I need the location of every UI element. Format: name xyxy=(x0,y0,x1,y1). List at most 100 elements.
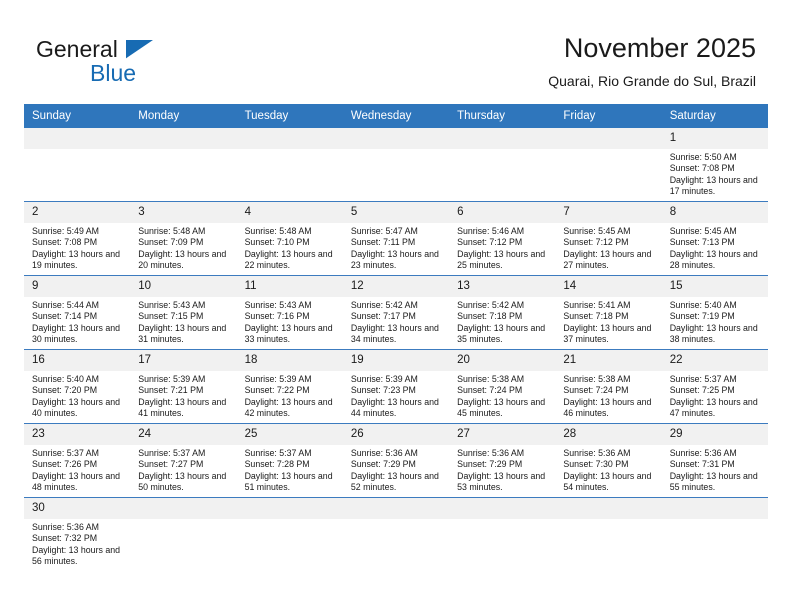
calendar-day-cell[interactable]: 21 Sunrise: 5:38 AM Sunset: 7:24 PM Dayligh… xyxy=(555,349,662,424)
calendar-day-cell[interactable]: 27 Sunrise: 5:36 AM Sunset: 7:29 PM Dayligh… xyxy=(449,423,556,498)
general-blue-logo[interactable]: General Blue xyxy=(36,36,216,92)
calendar-day-cell[interactable]: 6 Sunrise: 5:46 AM Sunset: 7:12 PM Daylight… xyxy=(449,201,556,276)
daylight-text: Daylight: 13 hours and 44 minutes. xyxy=(350,396,439,419)
weekday-header-sunday: Sunday xyxy=(24,104,131,128)
calendar-week-row: 9 Sunrise: 5:44 AM Sunset: 7:14 PM Daylight… xyxy=(24,275,768,350)
sunrise-text: Sunrise: 5:43 AM xyxy=(244,300,312,310)
calendar-day-cell[interactable]: 10 Sunrise: 5:43 AM Sunset: 7:15 PM Dayligh… xyxy=(130,275,237,350)
calendar-day-cell[interactable]: 11 Sunrise: 5:43 AM Sunset: 7:16 PM Dayligh… xyxy=(236,275,343,350)
day-number: 22 xyxy=(661,350,768,371)
day-details: Sunrise: 5:43 AM Sunset: 7:16 PM Daylight:… xyxy=(237,297,343,346)
sunset-text: Sunset: 7:22 PM xyxy=(244,385,310,396)
sunrise-text: Sunrise: 5:40 AM xyxy=(32,374,99,384)
day-number xyxy=(555,128,662,149)
day-details: Sunrise: 5:37 AM Sunset: 7:26 PM Daylight:… xyxy=(24,445,130,494)
day-details: Sunrise: 5:39 AM Sunset: 7:23 PM Daylight:… xyxy=(343,371,449,420)
calendar-day-cell[interactable]: 26 Sunrise: 5:36 AM Sunset: 7:29 PM Dayligh… xyxy=(342,423,450,498)
sunset-text: Sunset: 7:24 PM xyxy=(563,385,629,396)
sunrise-text: Sunrise: 5:40 AM xyxy=(669,300,737,310)
sunrise-text: Sunrise: 5:36 AM xyxy=(669,448,737,458)
sunset-text: Sunset: 7:14 PM xyxy=(32,311,98,322)
calendar-page: General Blue November 2025 Quarai, Rio G… xyxy=(0,0,792,612)
sunset-text: Sunset: 7:28 PM xyxy=(244,459,310,470)
calendar-day-cell[interactable]: 28 Sunrise: 5:36 AM Sunset: 7:30 PM Dayligh… xyxy=(555,423,662,498)
calendar-day-cell[interactable]: 23 Sunrise: 5:37 AM Sunset: 7:26 PM Dayligh… xyxy=(24,423,131,498)
day-details: Sunrise: 5:36 AM Sunset: 7:29 PM Daylight:… xyxy=(449,445,555,494)
day-number: 26 xyxy=(342,424,450,445)
calendar-day-cell[interactable]: 20 Sunrise: 5:38 AM Sunset: 7:24 PM Dayligh… xyxy=(449,349,556,424)
day-details: Sunrise: 5:36 AM Sunset: 7:29 PM Daylight:… xyxy=(343,445,449,494)
calendar-day-cell[interactable]: 15 Sunrise: 5:40 AM Sunset: 7:19 PM Dayligh… xyxy=(661,275,768,350)
daylight-text: Daylight: 13 hours and 31 minutes. xyxy=(138,322,227,345)
calendar-day-cell[interactable]: 8 Sunrise: 5:45 AM Sunset: 7:13 PM Daylight… xyxy=(661,201,768,276)
calendar-day-cell[interactable]: 12 Sunrise: 5:42 AM Sunset: 7:17 PM Dayligh… xyxy=(342,275,450,350)
calendar-day-cell[interactable]: 19 Sunrise: 5:39 AM Sunset: 7:23 PM Dayligh… xyxy=(342,349,450,424)
day-number: 14 xyxy=(555,276,662,297)
calendar-day-cell[interactable]: 2 Sunrise: 5:49 AM Sunset: 7:08 PM Daylight… xyxy=(24,201,131,276)
calendar-day-cell[interactable]: 16 Sunrise: 5:40 AM Sunset: 7:20 PM Dayligh… xyxy=(24,349,131,424)
day-details: Sunrise: 5:43 AM Sunset: 7:15 PM Daylight:… xyxy=(130,297,236,346)
weekday-header-friday: Friday xyxy=(555,104,662,128)
sunrise-text: Sunrise: 5:38 AM xyxy=(457,374,525,384)
sunrise-text: Sunrise: 5:46 AM xyxy=(457,226,525,236)
day-number xyxy=(342,128,450,149)
day-number: 2 xyxy=(24,202,131,223)
calendar-day-cell-empty xyxy=(236,128,343,202)
day-details: Sunrise: 5:41 AM Sunset: 7:18 PM Daylight:… xyxy=(555,297,661,346)
calendar-day-cell[interactable]: 7 Sunrise: 5:45 AM Sunset: 7:12 PM Daylight… xyxy=(555,201,662,276)
calendar-day-cell[interactable]: 17 Sunrise: 5:39 AM Sunset: 7:21 PM Dayligh… xyxy=(130,349,237,424)
sunrise-text: Sunrise: 5:48 AM xyxy=(244,226,312,236)
day-details: Sunrise: 5:39 AM Sunset: 7:22 PM Daylight:… xyxy=(237,371,343,420)
sunrise-text: Sunrise: 5:47 AM xyxy=(350,226,418,236)
sunrise-text: Sunrise: 5:43 AM xyxy=(138,300,206,310)
calendar-day-cell[interactable]: 22 Sunrise: 5:37 AM Sunset: 7:25 PM Dayligh… xyxy=(661,349,768,424)
sunrise-text: Sunrise: 5:37 AM xyxy=(669,374,737,384)
calendar-day-cell[interactable]: 3 Sunrise: 5:48 AM Sunset: 7:09 PM Daylight… xyxy=(130,201,237,276)
sunrise-text: Sunrise: 5:39 AM xyxy=(350,374,418,384)
day-number xyxy=(449,498,556,519)
sunrise-text: Sunrise: 5:48 AM xyxy=(138,226,206,236)
calendar-day-cell[interactable]: 13 Sunrise: 5:42 AM Sunset: 7:18 PM Dayligh… xyxy=(449,275,556,350)
sunset-text: Sunset: 7:10 PM xyxy=(244,237,310,248)
calendar-day-cell[interactable]: 30 Sunrise: 5:36 AM Sunset: 7:32 PM Dayligh… xyxy=(24,497,131,584)
calendar-day-cell[interactable]: 18 Sunrise: 5:39 AM Sunset: 7:22 PM Dayligh… xyxy=(236,349,343,424)
logo-text-general: General xyxy=(36,36,118,62)
day-details: Sunrise: 5:38 AM Sunset: 7:24 PM Daylight:… xyxy=(555,371,661,420)
sunrise-text: Sunrise: 5:36 AM xyxy=(350,448,418,458)
calendar-day-cell[interactable]: 4 Sunrise: 5:48 AM Sunset: 7:10 PM Daylight… xyxy=(236,201,343,276)
day-details: Sunrise: 5:45 AM Sunset: 7:13 PM Daylight:… xyxy=(662,223,768,272)
daylight-text: Daylight: 13 hours and 38 minutes. xyxy=(669,322,758,345)
calendar-day-cell[interactable]: 5 Sunrise: 5:47 AM Sunset: 7:11 PM Daylight… xyxy=(342,201,450,276)
day-number xyxy=(236,498,343,519)
day-number: 20 xyxy=(449,350,556,371)
sunrise-text: Sunrise: 5:37 AM xyxy=(244,448,312,458)
calendar-day-cell[interactable]: 9 Sunrise: 5:44 AM Sunset: 7:14 PM Daylight… xyxy=(24,275,131,350)
sunset-text: Sunset: 7:27 PM xyxy=(138,459,204,470)
daylight-text: Daylight: 13 hours and 47 minutes. xyxy=(669,396,758,419)
sunrise-text: Sunrise: 5:38 AM xyxy=(563,374,631,384)
sunrise-text: Sunrise: 5:39 AM xyxy=(138,374,206,384)
calendar-day-cell[interactable]: 14 Sunrise: 5:41 AM Sunset: 7:18 PM Dayligh… xyxy=(555,275,662,350)
calendar-day-cell[interactable]: 29 Sunrise: 5:36 AM Sunset: 7:31 PM Dayligh… xyxy=(661,423,768,498)
sunset-text: Sunset: 7:09 PM xyxy=(138,237,204,248)
day-number: 10 xyxy=(130,276,237,297)
sunset-text: Sunset: 7:16 PM xyxy=(244,311,310,322)
sunset-text: Sunset: 7:32 PM xyxy=(32,533,98,544)
daylight-text: Daylight: 13 hours and 33 minutes. xyxy=(244,322,333,345)
sunset-text: Sunset: 7:29 PM xyxy=(350,459,416,470)
daylight-text: Daylight: 13 hours and 46 minutes. xyxy=(563,396,652,419)
day-number: 18 xyxy=(236,350,343,371)
day-details: Sunrise: 5:49 AM Sunset: 7:08 PM Daylight:… xyxy=(24,223,130,272)
calendar-day-cell-empty xyxy=(236,497,343,584)
day-number: 21 xyxy=(555,350,662,371)
day-number xyxy=(130,498,237,519)
calendar-day-cell[interactable]: 25 Sunrise: 5:37 AM Sunset: 7:28 PM Dayligh… xyxy=(236,423,343,498)
page-title: November 2025 xyxy=(563,33,756,63)
sunset-text: Sunset: 7:18 PM xyxy=(457,311,523,322)
calendar-day-cell[interactable]: 24 Sunrise: 5:37 AM Sunset: 7:27 PM Dayligh… xyxy=(130,423,237,498)
sunset-text: Sunset: 7:12 PM xyxy=(563,237,629,248)
sunset-text: Sunset: 7:21 PM xyxy=(138,385,204,396)
sunrise-text: Sunrise: 5:36 AM xyxy=(563,448,631,458)
calendar-day-cell[interactable]: 1 Sunrise: 5:50 AM Sunset: 7:08 PM Daylight… xyxy=(661,128,768,202)
day-number: 8 xyxy=(661,202,768,223)
